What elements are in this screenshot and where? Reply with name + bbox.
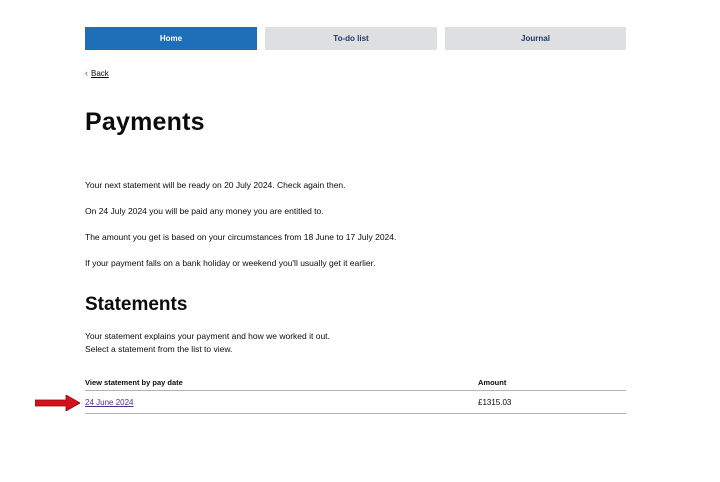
- statements-intro-line1: Your statement explains your payment and…: [85, 331, 330, 341]
- statements-intro-line2: Select a statement from the list to view…: [85, 344, 233, 354]
- statements-heading: Statements: [85, 294, 188, 315]
- back-link[interactable]: Back: [91, 69, 109, 78]
- table-row: 24 June 2024 £1315.03: [85, 391, 626, 414]
- circumstances-text: The amount you get is based on your circ…: [85, 232, 397, 242]
- next-statement-text: Your next statement will be ready on 20 …: [85, 180, 346, 190]
- statement-link-24-june-2024[interactable]: 24 June 2024: [85, 398, 134, 407]
- tab-home[interactable]: Home: [85, 27, 257, 50]
- payments-page: Home To-do list Journal ‹ Back Payments …: [0, 0, 720, 482]
- page-title: Payments: [85, 108, 205, 136]
- statements-intro: Your statement explains your payment and…: [85, 330, 330, 356]
- chevron-left-icon: ‹: [85, 68, 88, 78]
- header-pay-date: View statement by pay date: [85, 377, 183, 387]
- tab-journal[interactable]: Journal: [445, 27, 626, 50]
- red-arrow-icon: [35, 395, 80, 411]
- top-navigation: Home To-do list Journal: [85, 27, 626, 50]
- amount-cell: £1315.03: [478, 397, 512, 407]
- payment-date-text: On 24 July 2024 you will be paid any mon…: [85, 206, 324, 216]
- back-link-container: ‹ Back: [85, 68, 109, 79]
- pay-date-cell: 24 June 2024: [85, 398, 478, 407]
- statements-table: View statement by pay date Amount 24 Jun…: [85, 374, 626, 414]
- tab-to-do-list[interactable]: To-do list: [265, 27, 437, 50]
- bank-holiday-text: If your payment falls on a bank holiday …: [85, 258, 376, 268]
- header-amount: Amount: [478, 377, 507, 387]
- table-header-row: View statement by pay date Amount: [85, 374, 626, 391]
